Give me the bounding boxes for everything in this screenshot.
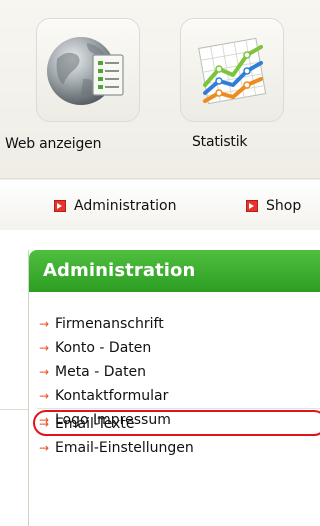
arrow-right-icon: → bbox=[39, 389, 50, 403]
tab-shop-label: Shop bbox=[266, 198, 302, 214]
administration-panel: Administration → Firmenanschrift → Konto… bbox=[28, 250, 320, 526]
tab-administration-label: Administration bbox=[74, 198, 177, 214]
menu-item-label: Kontaktformular bbox=[55, 388, 169, 404]
arrow-right-icon: → bbox=[39, 317, 50, 331]
toolbar: Web anzeigen Statistik bbox=[0, 0, 320, 180]
menu-item-email-texte[interactable]: → Email-Texte bbox=[29, 410, 320, 436]
tab-administration[interactable]: Administration bbox=[54, 196, 176, 216]
menu-item-label: Meta - Daten bbox=[55, 364, 147, 380]
red-arrow-icon bbox=[246, 200, 258, 212]
arrow-right-icon: → bbox=[39, 417, 50, 431]
menu-item-kontaktformular[interactable]: → Kontaktformular bbox=[29, 384, 320, 408]
menu-item-label: Firmenanschrift bbox=[55, 316, 164, 332]
menu-item-label: Email-Texte bbox=[55, 416, 135, 432]
arrow-right-icon: → bbox=[39, 441, 50, 455]
line-chart-icon bbox=[198, 37, 267, 105]
menu-item-firmenanschrift[interactable]: → Firmenanschrift bbox=[29, 312, 320, 336]
admin-menu-email: → Email-Texte → Email-Einstellungen bbox=[29, 410, 320, 460]
menu-divider bbox=[37, 408, 320, 409]
arrow-right-icon: → bbox=[39, 341, 50, 355]
menu-item-konto-daten[interactable]: → Konto - Daten bbox=[29, 336, 320, 360]
web-anzeigen-tile[interactable] bbox=[36, 18, 140, 122]
statistik-tile[interactable] bbox=[180, 18, 284, 122]
web-anzeigen-label: Web anzeigen bbox=[5, 136, 102, 152]
statistik-label: Statistik bbox=[192, 134, 248, 150]
menu-item-email-einstellungen[interactable]: → Email-Einstellungen bbox=[29, 436, 320, 460]
menu-item-label: Email-Einstellungen bbox=[55, 440, 194, 456]
tab-bar: Administration Shop bbox=[0, 180, 320, 410]
toolbar-divider bbox=[0, 178, 320, 179]
menu-item-label: Konto - Daten bbox=[55, 340, 152, 356]
menu-item-meta-daten[interactable]: → Meta - Daten bbox=[29, 360, 320, 384]
arrow-right-icon: → bbox=[39, 365, 50, 379]
globe-document-icon bbox=[47, 37, 124, 105]
panel-title: Administration bbox=[29, 250, 320, 292]
tab-shop[interactable]: Shop bbox=[246, 196, 301, 216]
red-arrow-icon bbox=[54, 200, 66, 212]
